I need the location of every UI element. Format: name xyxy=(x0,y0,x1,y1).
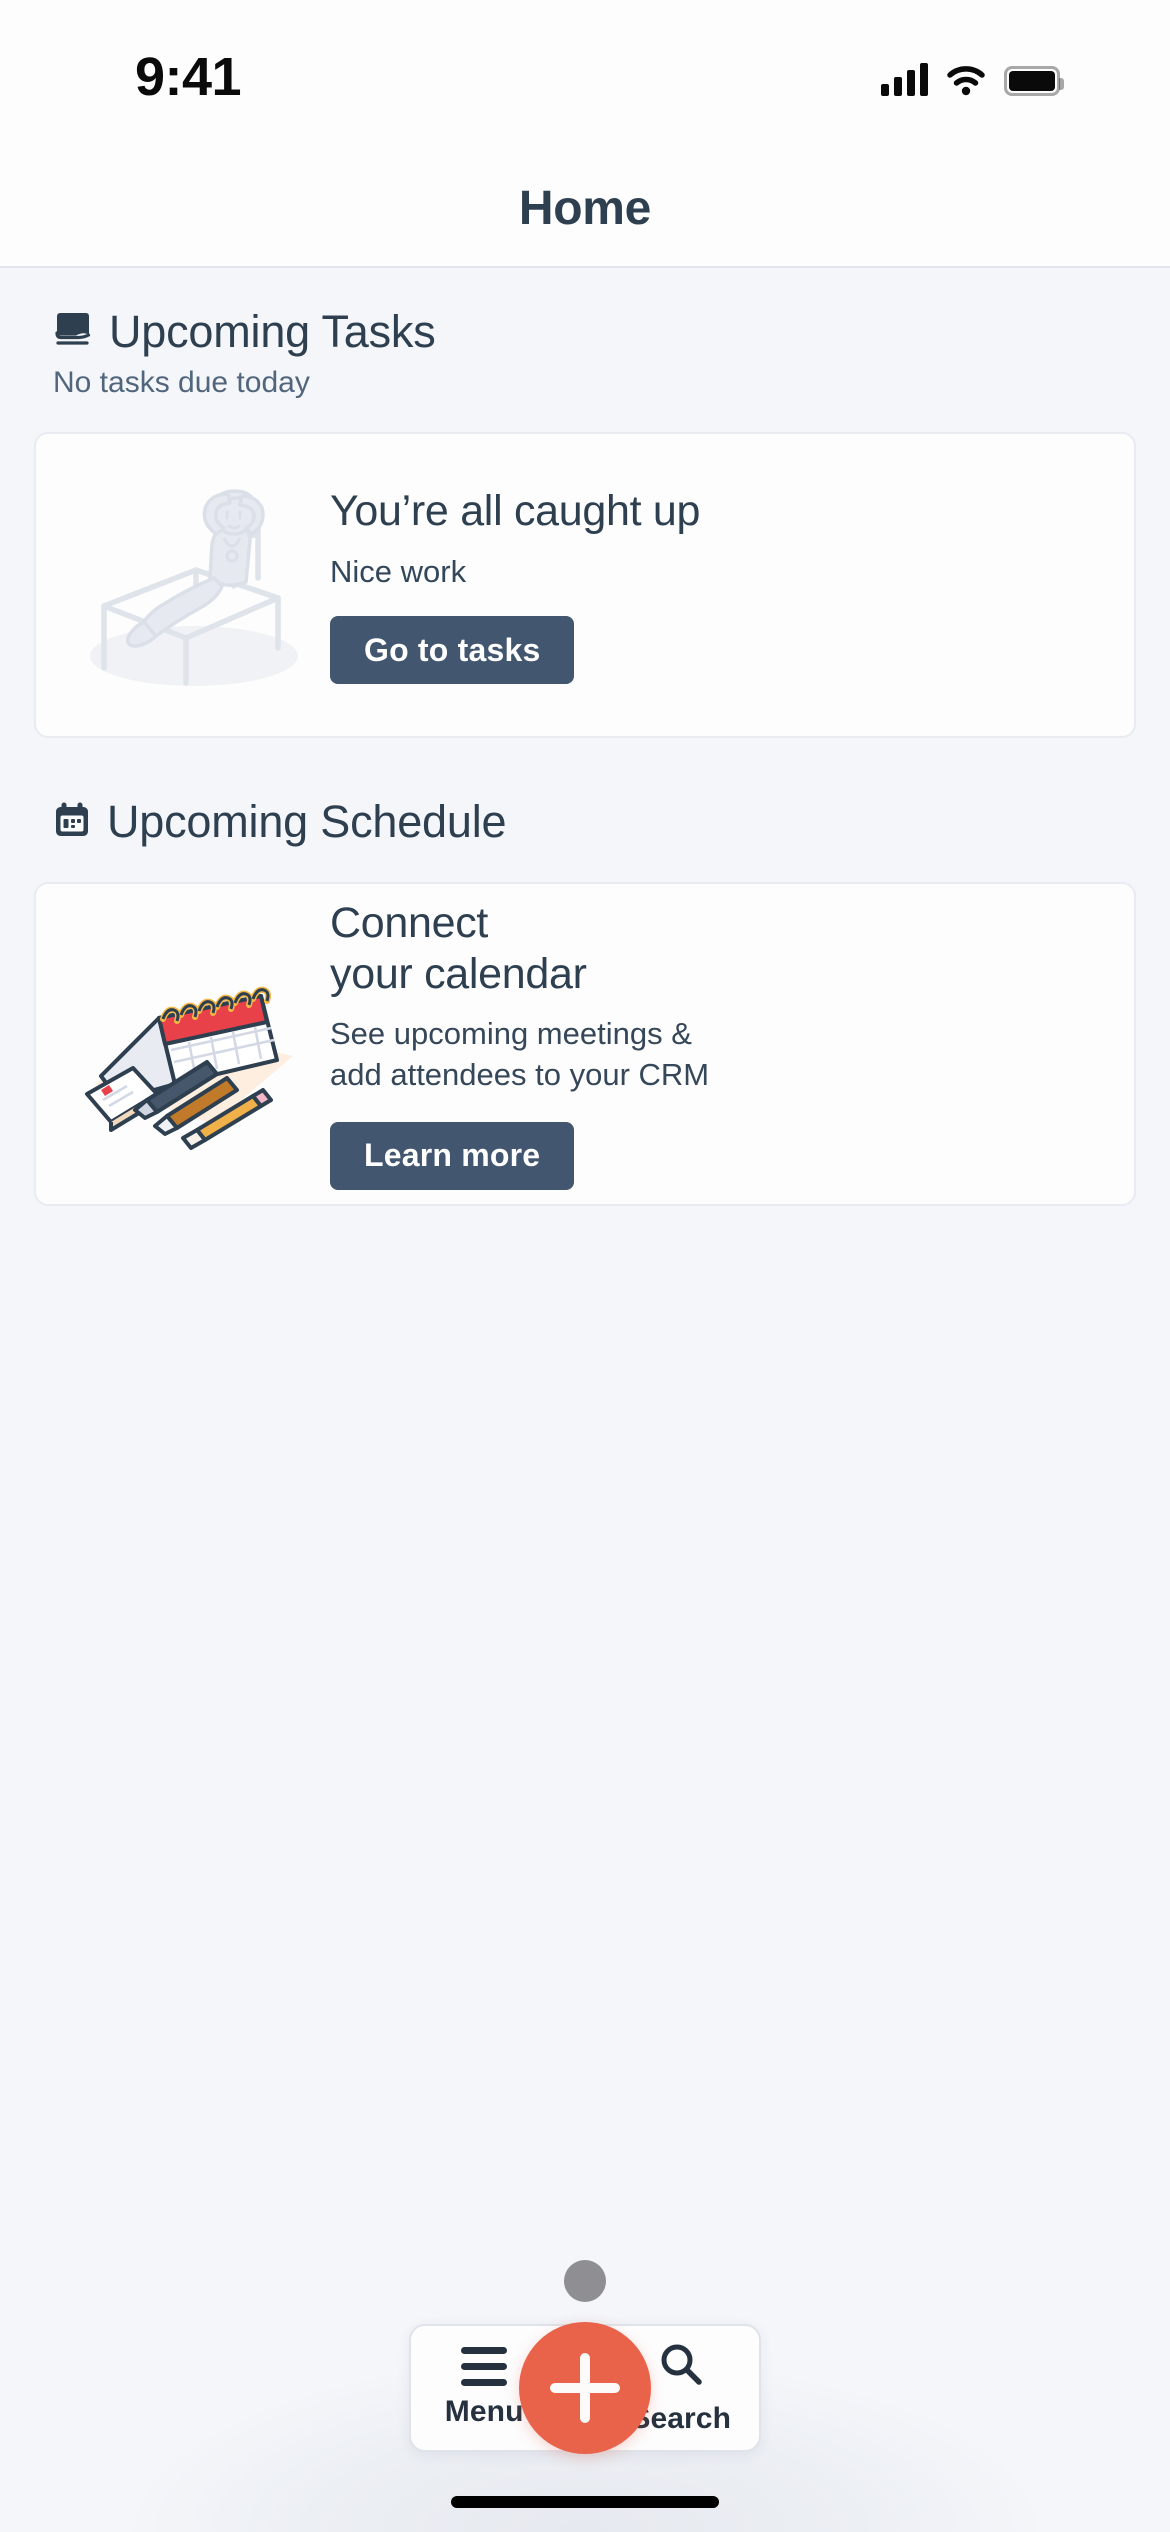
app-header: Home xyxy=(0,150,1170,268)
connect-calendar-title-line1: Connect xyxy=(330,899,489,948)
upcoming-tasks-header: Upcoming Tasks xyxy=(0,306,1170,358)
person-relaxing-on-lounger-illustration xyxy=(62,478,320,693)
create-fab-button[interactable] xyxy=(519,2322,651,2454)
bottom-navigation-zone: Menu Search xyxy=(0,2072,1170,2532)
connect-calendar-title-line2: your calendar xyxy=(330,950,587,999)
home-indicator xyxy=(451,2496,719,2508)
upcoming-tasks-title: Upcoming Tasks xyxy=(109,306,436,357)
learn-more-button[interactable]: Learn more xyxy=(330,1121,575,1190)
upcoming-schedule-title: Upcoming Schedule xyxy=(107,796,507,847)
go-to-tasks-button[interactable]: Go to tasks xyxy=(330,616,575,685)
hamburger-menu-icon xyxy=(461,2347,508,2386)
connect-calendar-card[interactable]: Connect your calendar See upcoming meeti… xyxy=(34,882,1136,1206)
desk-calendar-with-pens-illustration xyxy=(62,934,320,1154)
plus-icon-cross xyxy=(550,2383,620,2393)
connect-calendar-desc-line2: add attendees to your CRM xyxy=(330,1056,710,1092)
status-bar-indicators xyxy=(881,52,1064,96)
calendar-icon xyxy=(53,801,91,844)
section-upcoming-schedule: Upcoming Schedule Connect your calendar … xyxy=(0,738,1170,1206)
search-icon xyxy=(657,2340,705,2393)
page-title: Home xyxy=(518,181,652,235)
upcoming-schedule-header: Upcoming Schedule xyxy=(0,796,1170,848)
caught-up-card-subtitle: Nice work xyxy=(330,554,467,590)
connect-calendar-desc-line1: See upcoming meetings & xyxy=(330,1015,692,1051)
notebook-icon xyxy=(53,311,93,354)
battery-full-icon xyxy=(1004,66,1064,96)
caught-up-card[interactable]: You’re all caught up Nice work Go to tas… xyxy=(34,432,1136,738)
cellular-bars-icon xyxy=(881,62,928,96)
tab-menu-label: Menu xyxy=(444,2395,524,2428)
status-bar: 9:41 xyxy=(0,0,1170,150)
wifi-icon xyxy=(946,64,986,96)
upcoming-tasks-subtitle: No tasks due today xyxy=(53,366,310,399)
drag-handle-dot[interactable] xyxy=(564,2260,606,2302)
section-upcoming-tasks: Upcoming Tasks No tasks due today You’re… xyxy=(0,268,1170,738)
status-bar-time: 9:41 xyxy=(135,47,242,107)
tab-menu[interactable]: Menu xyxy=(439,2347,529,2429)
caught-up-card-title: You’re all caught up xyxy=(330,486,701,535)
